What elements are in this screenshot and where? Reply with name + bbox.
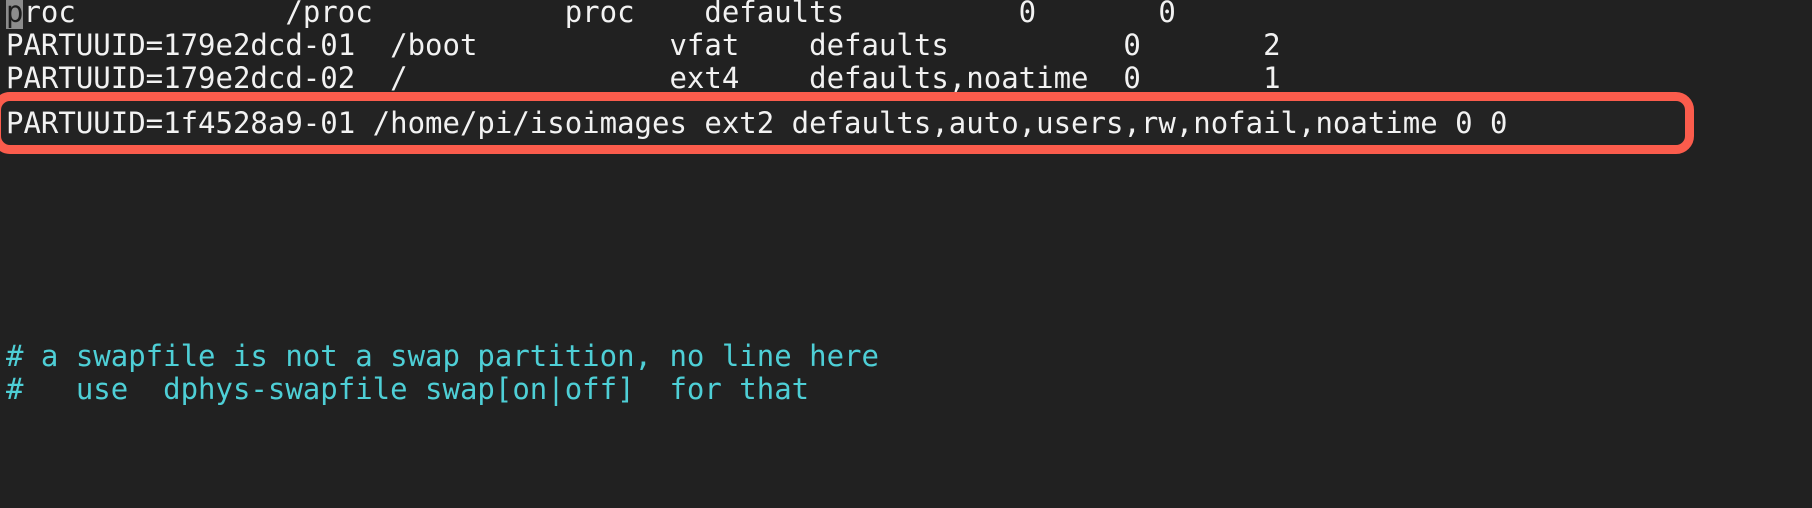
fstab-line-proc-text: roc /proc proc defaults 0 0: [23, 0, 1176, 29]
text-cursor-block[interactable]: p: [6, 0, 24, 29]
fstab-line-proc: proc /proc proc defaults 0 0: [6, 0, 1176, 29]
fstab-comment-swapfile: # a swapfile is not a swap partition, no…: [6, 339, 879, 373]
fstab-line-isoimages: PARTUUID=1f4528a9-01 /home/pi/isoimages …: [6, 106, 1508, 140]
terminal-window[interactable]: proc /proc proc defaults 0 0 PARTUUID=17…: [0, 0, 1812, 508]
fstab-line-root: PARTUUID=179e2dcd-02 / ext4 defaults,noa…: [6, 61, 1281, 95]
fstab-line-boot: PARTUUID=179e2dcd-01 /boot vfat defaults…: [6, 28, 1281, 62]
fstab-comment-dphys: # use dphys-swapfile swap[on|off] for th…: [6, 372, 810, 406]
